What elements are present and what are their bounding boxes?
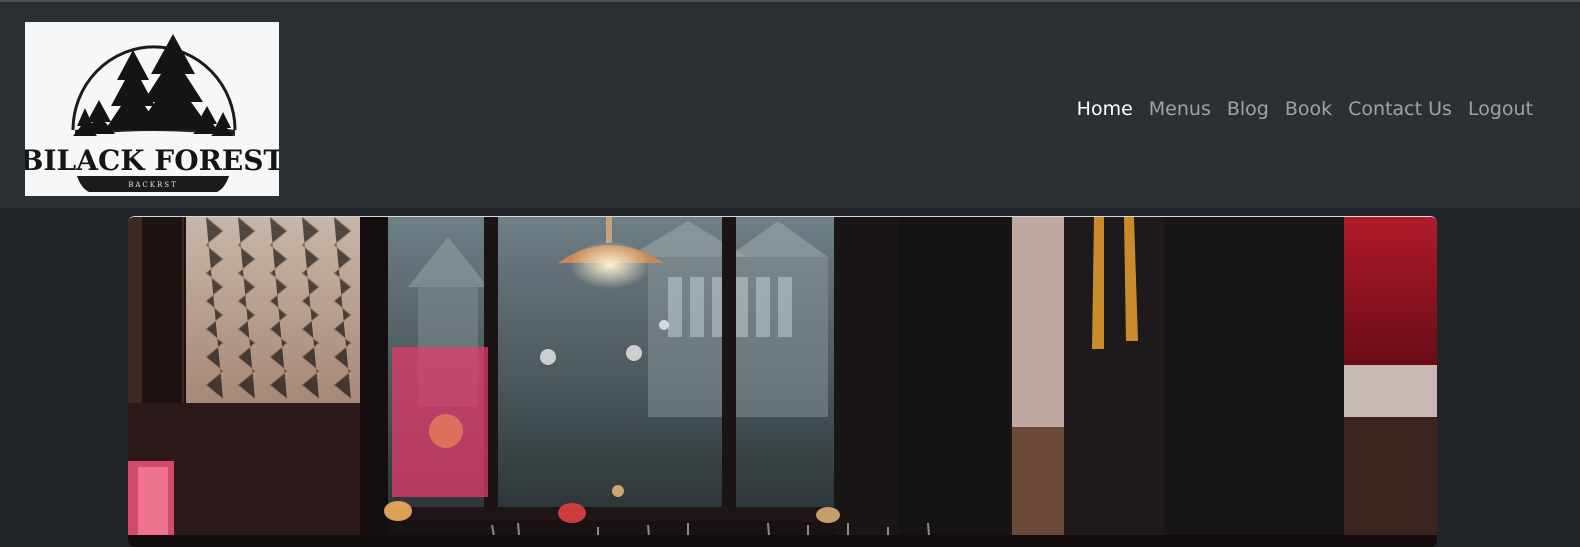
nav-logout[interactable]: Logout <box>1468 97 1533 121</box>
nav-blog[interactable]: Blog <box>1227 97 1269 121</box>
nav-book[interactable]: Book <box>1285 97 1332 121</box>
hero-image <box>128 216 1437 547</box>
logo-title: BILACK FOREST <box>25 144 279 177</box>
nav-home[interactable]: Home <box>1077 97 1133 121</box>
nav-menus[interactable]: Menus <box>1149 97 1211 121</box>
navbar: BILACK FOREST BACKRST Home Menus Blog Bo… <box>0 2 1580 208</box>
restaurant-interior-photo <box>128 217 1437 547</box>
main-nav: Home Menus Blog Book Contact Us Logout <box>1077 97 1533 121</box>
pine-trees-logo-icon: BILACK FOREST BACKRST <box>25 34 279 192</box>
brand-logo[interactable]: BILACK FOREST BACKRST <box>25 22 279 196</box>
logo-tagline: BACKRST <box>128 181 178 189</box>
nav-contact-us[interactable]: Contact Us <box>1348 97 1452 121</box>
